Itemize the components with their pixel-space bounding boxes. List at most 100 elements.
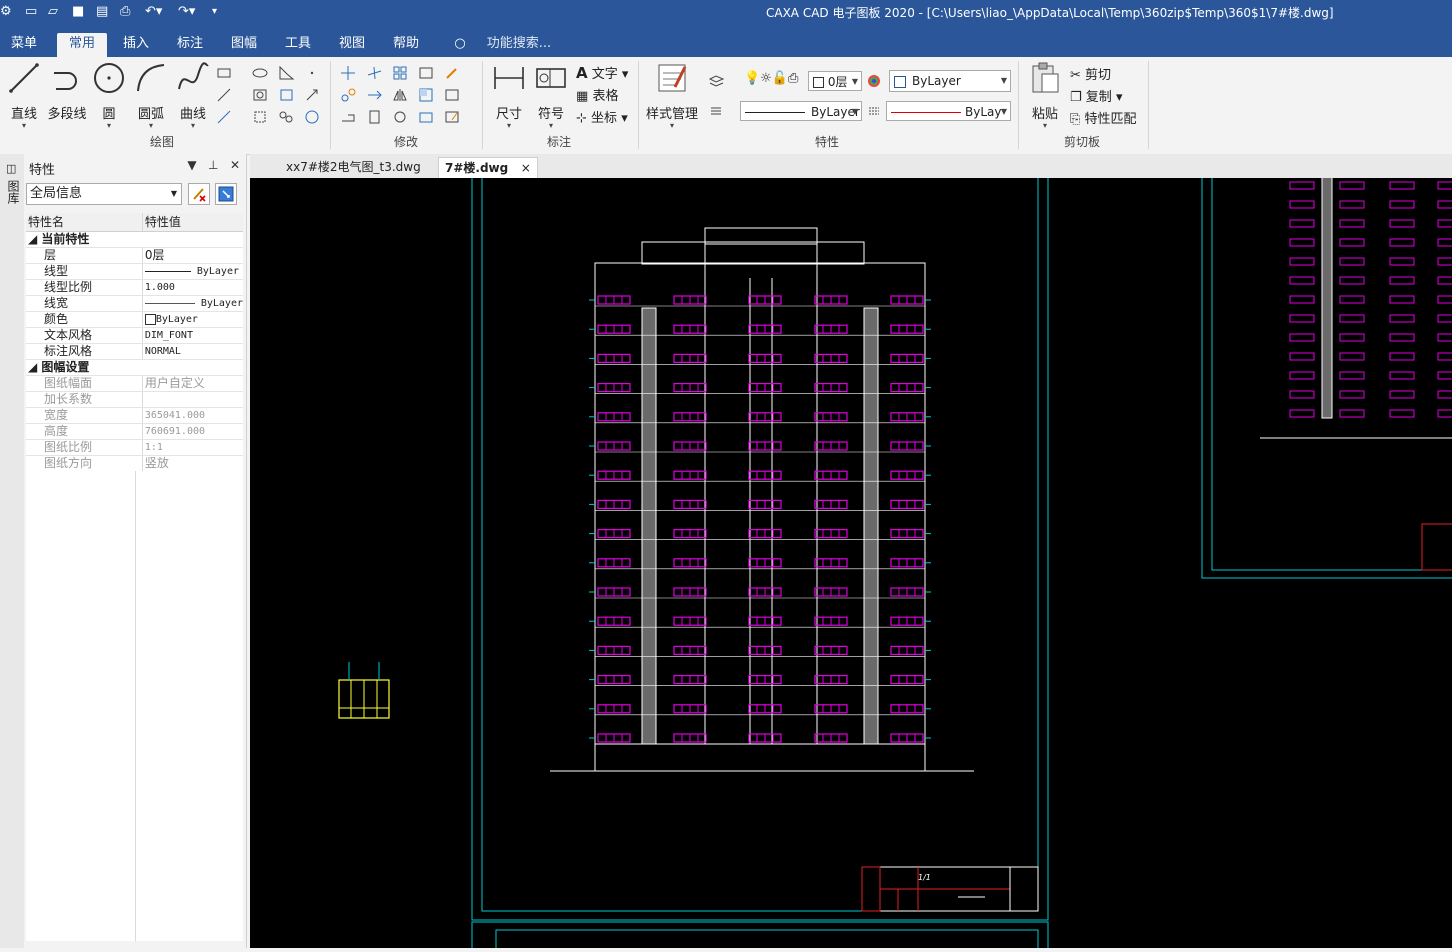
ray-icon[interactable] (216, 109, 233, 125)
table-button[interactable]: ▦ 表格 (576, 85, 618, 104)
category-row[interactable]: ◢ 图幅设置 (26, 359, 243, 376)
dimension-button[interactable]: 尺寸 ▾ (492, 61, 526, 130)
print-icon[interactable]: ⎙ (120, 3, 130, 21)
color-select[interactable]: ByLayer ▼ (889, 70, 1011, 92)
tab-tools[interactable]: 工具 (278, 33, 318, 57)
table-row[interactable]: 层 0层 (26, 247, 243, 264)
close-icon[interactable]: × (521, 161, 531, 175)
tab-menu[interactable]: 菜单 (4, 33, 44, 57)
scope-select[interactable]: 全局信息 ▼ (26, 183, 182, 205)
table-row: 图纸方向 竖放 (26, 455, 243, 472)
coordinate-button[interactable]: ⊹ 坐标 ▾ (576, 107, 628, 126)
pin-icon[interactable]: ⊥ (208, 158, 218, 172)
tab-sheet[interactable]: 图幅 (224, 33, 264, 57)
offset-icon[interactable] (418, 65, 435, 81)
polyline-button[interactable]: 多段线 (46, 61, 88, 122)
polyline-icon (54, 72, 77, 90)
stretch-icon[interactable] (340, 109, 357, 125)
save-icon[interactable]: ■ (72, 3, 84, 21)
table-row[interactable]: 线宽 ByLayer (26, 295, 243, 312)
category-row[interactable]: ◢ 当前特性 (26, 231, 243, 248)
block-icon[interactable] (252, 109, 269, 125)
layer-manager-icon[interactable] (708, 73, 725, 89)
save-all-icon[interactable]: ▤ (96, 3, 108, 21)
ellipse-icon[interactable] (252, 65, 269, 81)
redo-icon[interactable]: ↷▾ (178, 3, 195, 21)
linetype-scale-icon[interactable] (708, 103, 725, 119)
quick-select-button[interactable] (215, 183, 237, 205)
trim-icon[interactable] (366, 65, 383, 81)
customize-toolbar-icon[interactable]: ▾ (212, 3, 217, 21)
drawing-canvas[interactable]: 1/1 (250, 172, 1452, 952)
new-file-icon[interactable]: ▭ (25, 3, 37, 21)
copy-button[interactable]: ❐ 复制 ▾ (1070, 86, 1122, 105)
symbol-button[interactable]: 符号 ▾ (534, 61, 568, 130)
color-wheel-icon[interactable] (866, 73, 883, 89)
window-hatch (1437, 333, 1452, 342)
pick-clear-button[interactable] (188, 183, 210, 205)
window-hatch (1339, 409, 1365, 418)
tab-common[interactable]: 常用 (57, 33, 107, 57)
break-icon[interactable] (366, 109, 383, 125)
table-row[interactable]: 颜色 ByLayer (26, 311, 243, 328)
pin-icon[interactable]: ◫ (6, 162, 16, 175)
tab-insert[interactable]: 插入 (116, 33, 156, 57)
rotate-icon[interactable] (392, 109, 409, 125)
style-manager-button[interactable]: 样式管理 ▾ (643, 61, 701, 130)
paste-button[interactable]: 粘贴 ▾ (1026, 61, 1064, 130)
tab-help[interactable]: 帮助 (386, 33, 426, 57)
hatch-icon[interactable] (252, 87, 269, 103)
text-button[interactable]: A 文字 ▾ (576, 63, 628, 82)
parallel-line-icon[interactable] (216, 87, 233, 103)
tab-annotate[interactable]: 标注 (170, 33, 210, 57)
move-icon[interactable] (340, 65, 357, 81)
array-icon[interactable] (392, 65, 409, 81)
layer-state-icons[interactable]: 💡☼🔓⎙ (744, 71, 798, 86)
scale-icon[interactable] (418, 87, 435, 103)
match-properties-button[interactable]: ⎘ 特性匹配 (1070, 108, 1137, 127)
table-row[interactable]: 线型比例 1.000 (26, 279, 243, 296)
sheet-frame-next-inner (495, 929, 1039, 952)
library-tab[interactable]: 图库 (5, 180, 22, 204)
coordinate-icon: ⊹ (576, 111, 587, 126)
mirror-icon[interactable] (392, 87, 409, 103)
table-row[interactable]: 标注风格 NORMAL (26, 343, 243, 360)
open-folder-icon[interactable]: ▱ (48, 3, 58, 21)
circle-button[interactable]: 圆 ▾ (92, 61, 126, 130)
linewidth-select[interactable]: ByLay ▼ (886, 101, 1011, 121)
lineweight-icon[interactable] (866, 103, 883, 119)
close-icon[interactable]: ✕ (230, 158, 240, 172)
fill-icon[interactable] (278, 87, 295, 103)
fillet-icon[interactable] (418, 109, 435, 125)
feature-search[interactable]: 功能搜索... (474, 33, 564, 57)
curve-button[interactable]: 曲线 ▾ (175, 61, 211, 130)
linetype-select[interactable]: ByLayer ▼ (740, 101, 862, 121)
chamfer-icon[interactable] (340, 87, 357, 103)
extend-icon[interactable] (366, 87, 383, 103)
doc-tab-electrical[interactable]: xx7#楼2电气图_t3.dwg (280, 157, 427, 178)
point-icon[interactable] (304, 65, 321, 81)
brush-icon[interactable] (444, 65, 461, 81)
tab-view[interactable]: 视图 (332, 33, 372, 57)
window-hatch (1389, 333, 1415, 342)
table-row[interactable]: 线型 ByLayer (26, 263, 243, 280)
panel-menu-icon[interactable]: ▼ (187, 158, 196, 172)
spiral-icon[interactable] (304, 109, 321, 125)
line-button[interactable]: 直线 ▾ (6, 61, 42, 130)
undo-icon[interactable]: ↶▾ (145, 3, 162, 21)
arrow-icon[interactable] (304, 87, 321, 103)
edit-icon[interactable] (444, 109, 461, 125)
app-logo-icon[interactable]: ⚙ (0, 3, 12, 21)
doc-tab-building7[interactable]: 7#楼.dwg × (438, 157, 538, 179)
cut-button[interactable]: ✂ 剪切 (1070, 64, 1111, 83)
layer-select[interactable]: 0层 ▼ (808, 71, 862, 91)
explode-icon[interactable] (444, 87, 461, 103)
drawing-svg[interactable]: 1/1 (250, 172, 1452, 952)
scissors-icon: ✂ (1070, 68, 1081, 83)
table-row[interactable]: 文本风格 DIM_FONT (26, 327, 243, 344)
cloud-icon[interactable] (278, 109, 295, 125)
rectangle-icon[interactable] (216, 65, 233, 81)
arc-button[interactable]: 圆弧 ▾ (133, 61, 169, 130)
pick-clear-icon (193, 188, 206, 202)
polygon-icon[interactable] (278, 65, 295, 81)
